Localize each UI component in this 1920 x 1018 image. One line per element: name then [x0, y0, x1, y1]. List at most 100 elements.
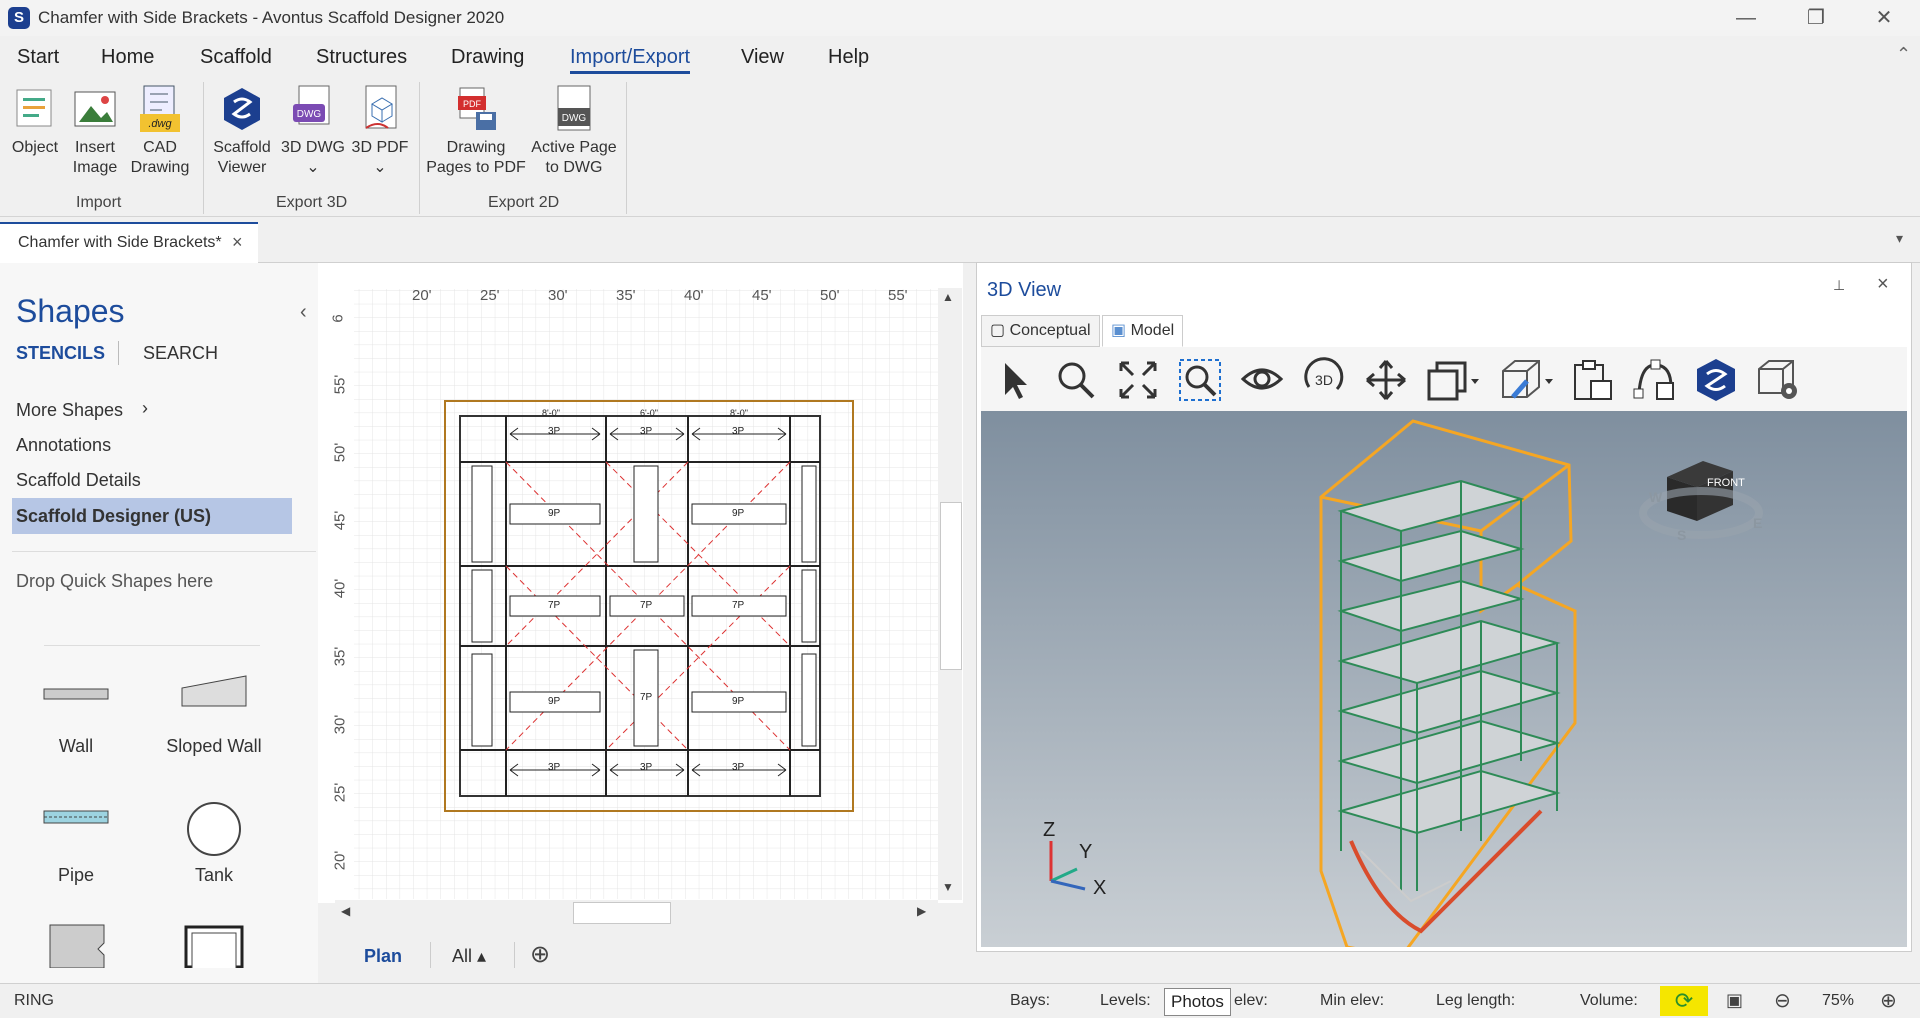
status-elev: elev: — [1234, 992, 1268, 1009]
collapse-panel-icon[interactable]: ‹ — [300, 301, 307, 324]
cell-label: 9P — [732, 696, 745, 707]
visibility-icon[interactable] — [1239, 357, 1285, 403]
scaffold-logo-icon[interactable] — [1693, 357, 1739, 403]
stencil-more-shapes[interactable]: More Shapes — [16, 400, 123, 421]
add-page-icon[interactable]: ⊕ — [530, 940, 550, 969]
status-mode: RING — [14, 992, 54, 1009]
orbit-3d-icon[interactable]: 3D — [1301, 357, 1347, 403]
photos-tooltip: Photos — [1164, 988, 1231, 1016]
close-tab-icon[interactable]: × — [232, 232, 243, 253]
view-box-icon[interactable] — [1425, 357, 1485, 403]
horizontal-scroll-thumb[interactable] — [573, 902, 671, 924]
opening-shape[interactable] — [184, 923, 244, 970]
3d-dwg-button[interactable]: DWG 3D DWG ⌄ — [280, 84, 346, 178]
status-levels: Levels: — [1100, 992, 1151, 1009]
horizontal-scrollbar[interactable]: ◀ ▶ — [335, 900, 938, 924]
zoom-level[interactable]: 75% — [1822, 992, 1854, 1010]
tank-shape[interactable] — [184, 799, 244, 859]
minimize-button[interactable]: — — [1716, 4, 1776, 32]
refresh-icon[interactable]: ⟳ — [1660, 986, 1708, 1016]
tab-search[interactable]: SEARCH — [143, 343, 218, 364]
zoom-window-icon[interactable] — [1177, 357, 1223, 403]
zoom-extents-icon[interactable] — [1115, 357, 1161, 403]
scroll-down-icon[interactable]: ▼ — [942, 880, 954, 894]
tab-overflow-icon[interactable]: ▾ — [1896, 230, 1903, 247]
scaffold-viewer-button[interactable]: Scaffold Viewer — [210, 84, 274, 178]
paste-image-icon[interactable] — [1569, 357, 1615, 403]
axis-y-label: Y — [1079, 841, 1093, 863]
tab-model[interactable]: ▣ Model — [1102, 315, 1184, 347]
object-button[interactable]: Object — [8, 84, 62, 158]
3d-scene[interactable]: FRONT W S E Z Y X — [981, 411, 1907, 959]
menu-help[interactable]: Help — [828, 46, 869, 69]
3d-dwg-dropdown-icon[interactable]: ⌄ — [280, 158, 346, 178]
column-shape[interactable] — [48, 923, 108, 969]
column-icon — [49, 924, 105, 969]
scaffold-model-render — [1049, 419, 1763, 959]
close-window-button[interactable]: ✕ — [1854, 4, 1914, 32]
ruler-tick: 40' — [684, 287, 704, 304]
scroll-up-icon[interactable]: ▲ — [942, 290, 954, 304]
zoom-in-icon[interactable]: ⊕ — [1880, 988, 1897, 1013]
cad-drawing-button[interactable]: .dwg CAD Drawing — [130, 84, 190, 178]
pipe-shape[interactable] — [36, 803, 116, 843]
scaffold-plan[interactable]: 8'-0" 6'-0" 8'-0" 3P 3P 3P 9P 9P 7P 7P 7… — [444, 400, 854, 812]
bay-dimension: 6'-0" — [640, 408, 658, 418]
tab-conceptual[interactable]: ▢ Conceptual — [981, 315, 1100, 347]
ribbon: Object Insert Image .dwg CAD Drawing Sca… — [0, 76, 1920, 217]
scroll-right-icon[interactable]: ▶ — [917, 904, 926, 918]
object-label: Object — [11, 139, 59, 156]
vertical-scroll-thumb[interactable] — [940, 502, 962, 670]
menu-scaffold[interactable]: Scaffold — [200, 46, 272, 69]
tab-stencils[interactable]: STENCILS — [16, 343, 105, 364]
more-shapes-arrow-icon[interactable]: › — [142, 398, 148, 419]
edit-path-icon[interactable] — [1631, 357, 1677, 403]
zoom-out-icon[interactable]: ⊖ — [1774, 988, 1791, 1013]
pin-icon[interactable]: ⊥ — [1833, 277, 1845, 294]
select-tool-icon[interactable] — [991, 357, 1037, 403]
menu-drawing[interactable]: Drawing — [451, 46, 524, 69]
pan-tool-icon[interactable] — [1363, 357, 1409, 403]
cell-label: 7P — [732, 600, 745, 611]
page-tab-all[interactable]: All ▴ — [452, 946, 486, 967]
close-3d-view-icon[interactable]: × — [1877, 273, 1889, 296]
vertical-scrollbar[interactable]: ▲ ▼ — [938, 288, 962, 900]
page-tab-plan[interactable]: Plan — [364, 946, 402, 967]
menu-start[interactable]: Start — [17, 46, 59, 69]
menu-import-export[interactable]: Import/Export — [570, 46, 691, 74]
restore-button[interactable]: ❐ — [1786, 4, 1846, 32]
view-cube-front-label[interactable]: FRONT — [1707, 477, 1745, 489]
document-tab[interactable]: Chamfer with Side Brackets* × — [0, 222, 258, 264]
stencil-annotations[interactable]: Annotations — [16, 435, 111, 456]
menu-structures[interactable]: Structures — [316, 46, 407, 69]
compass-w: W — [1649, 489, 1663, 505]
compass-s: S — [1677, 527, 1687, 543]
status-volume: Volume: — [1580, 992, 1638, 1009]
insert-image-button[interactable]: Insert Image — [68, 84, 122, 178]
pdf-pages-icon: PDF — [454, 84, 498, 134]
stencil-scaffold-details[interactable]: Scaffold Details — [16, 470, 141, 491]
sloped-wall-label: Sloped Wall — [166, 736, 262, 756]
dwg-3d-icon: DWG — [291, 84, 335, 134]
settings-3d-icon[interactable] — [1755, 357, 1801, 403]
3d-pdf-dropdown-icon[interactable]: ⌄ — [350, 158, 410, 178]
3d-pdf-button[interactable]: 3D PDF ⌄ — [350, 84, 410, 178]
pipe-label: Pipe — [57, 865, 95, 885]
dwg3d-badge: DWG — [297, 109, 322, 120]
model-cube-icon: ▣ — [1111, 322, 1127, 339]
menu-home[interactable]: Home — [101, 46, 154, 69]
app-logo-icon: S — [8, 7, 30, 29]
active-page-to-dwg-button[interactable]: DWG Active Page to DWG — [530, 84, 618, 178]
status-min-elev: Min elev: — [1320, 992, 1385, 1009]
fit-page-icon[interactable]: ▣ — [1726, 990, 1743, 1011]
scroll-left-icon[interactable]: ◀ — [341, 904, 350, 918]
sloped-wall-shape[interactable] — [174, 668, 254, 728]
zoom-tool-icon[interactable] — [1053, 357, 1099, 403]
menu-view[interactable]: View — [741, 46, 784, 69]
render-style-icon[interactable] — [1497, 357, 1557, 403]
stencil-scaffold-designer-us[interactable]: Scaffold Designer (US) — [16, 506, 211, 527]
wall-shape[interactable] — [36, 673, 116, 733]
drawing-pages-to-pdf-button[interactable]: PDF Drawing Pages to PDF — [426, 84, 526, 178]
menu-bar: Start Home Scaffold Structures Drawing I… — [0, 36, 1920, 76]
ribbon-collapse-icon[interactable]: ⌃ — [1896, 44, 1911, 65]
